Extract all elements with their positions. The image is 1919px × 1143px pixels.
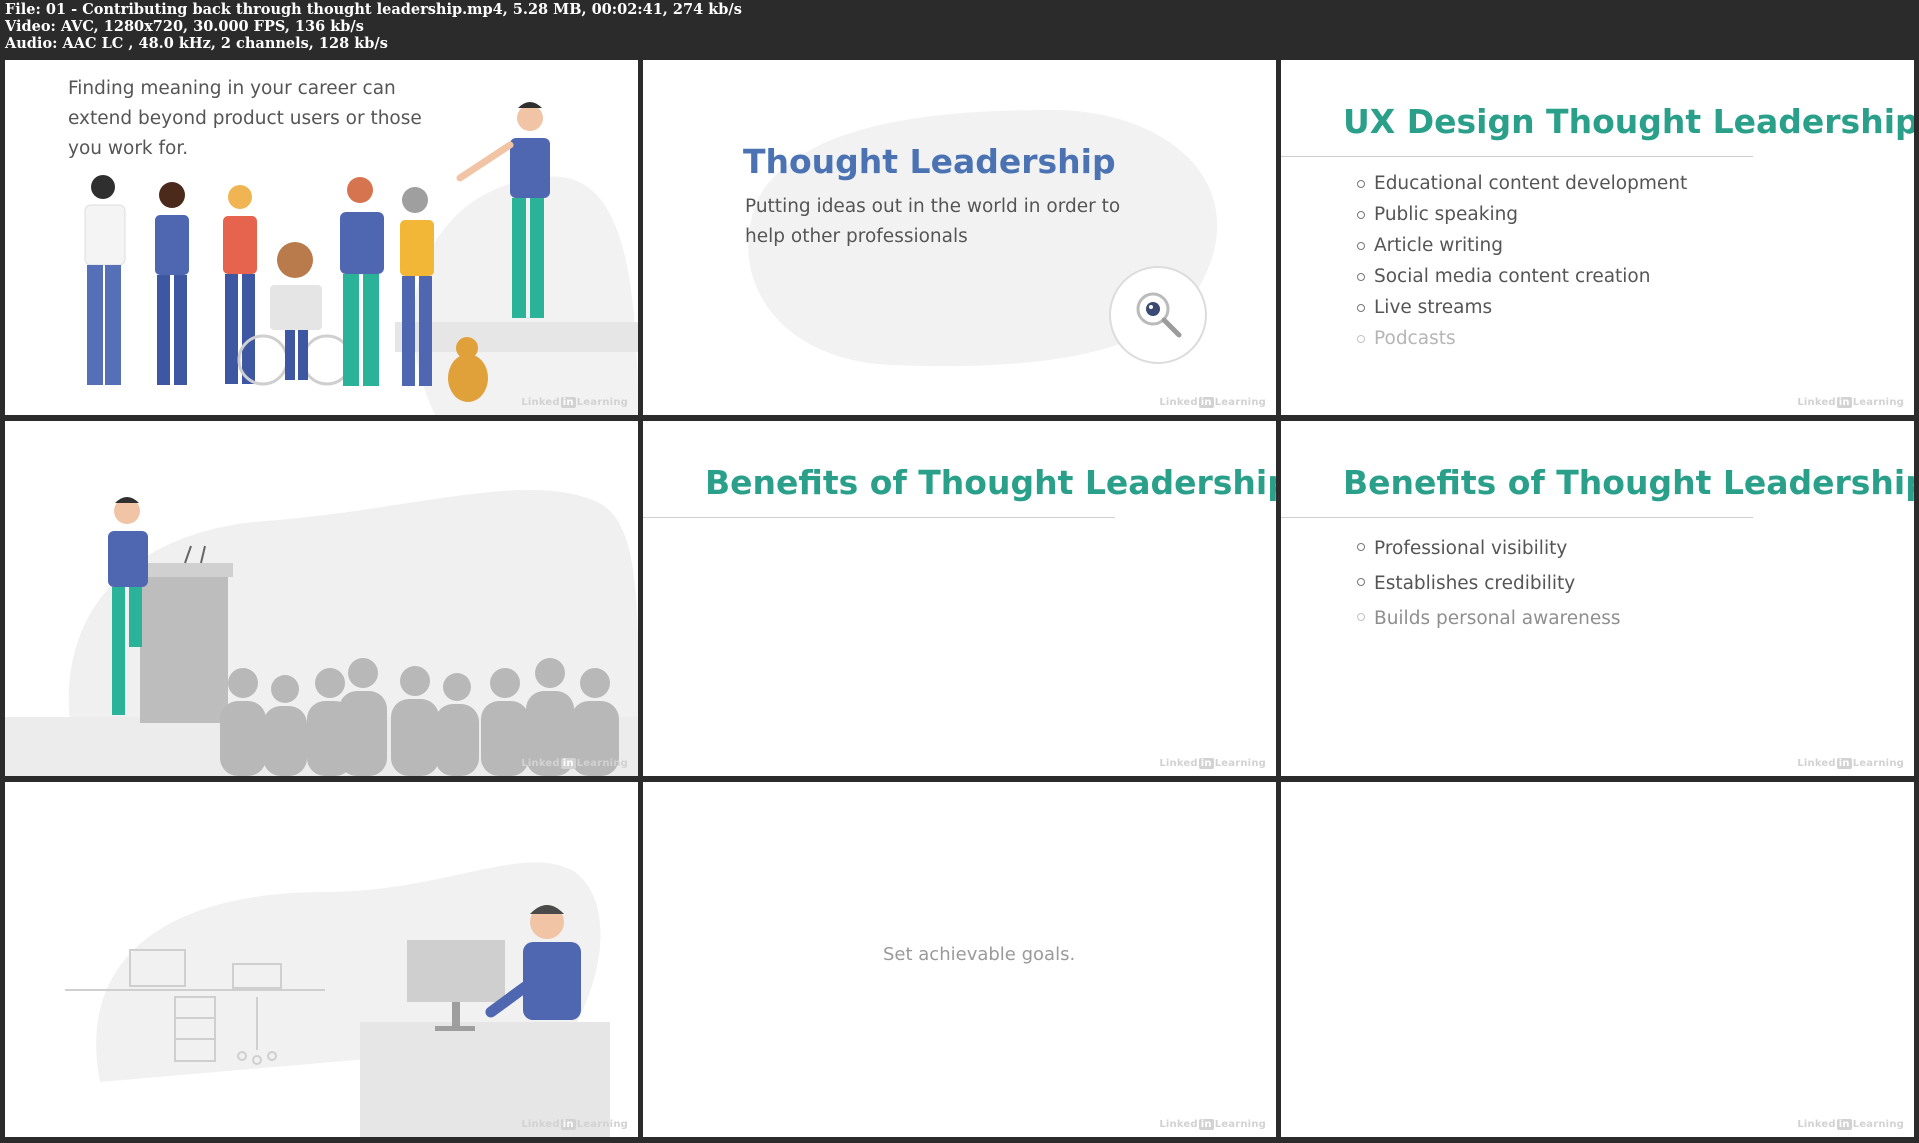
bullet-item: Podcasts xyxy=(1357,323,1687,354)
linkedin-learning-watermark: Linked in Learning xyxy=(521,1119,628,1130)
linkedin-learning-watermark: Linked in Learning xyxy=(1159,758,1266,769)
thumbnail-1[interactable]: Finding meaning in your career can exten… xyxy=(5,60,638,415)
linkedin-learning-watermark: Linked in Learning xyxy=(1797,1119,1904,1130)
intro-text: Finding meaning in your career can exten… xyxy=(68,78,422,159)
thumbnail-5[interactable]: Benefits of Thought Leadership Linked in L… xyxy=(643,421,1276,776)
linkedin-learning-watermark: Linked in Learning xyxy=(521,397,628,408)
bullet-item: Social media content creation xyxy=(1357,261,1687,292)
title-divider xyxy=(643,517,1115,518)
speaker-audience-illustration xyxy=(5,490,638,776)
bullet-item: Professional visibility xyxy=(1357,531,1621,566)
bullet-item: Article writing xyxy=(1357,230,1687,261)
slide-title: Benefits of Thought Leadership xyxy=(705,463,1276,502)
file-info-line-2: Video: AVC, 1280x720, 30.000 FPS, 136 kb… xyxy=(5,18,364,35)
slide-title: Thought Leadership xyxy=(743,142,1116,181)
title-divider xyxy=(1281,156,1753,157)
linkedin-learning-watermark: Linked in Learning xyxy=(1159,397,1266,408)
slide-title: Benefits of Thought Leadership xyxy=(1343,463,1914,502)
thumbnail-7[interactable]: Linked in Learning xyxy=(5,782,638,1137)
bullet-item: Live streams xyxy=(1357,292,1687,323)
thumbnail-4[interactable]: Linked in Learning xyxy=(5,421,638,776)
linkedin-learning-watermark: Linked in Learning xyxy=(521,758,628,769)
bullet-list: Educational content development Public s… xyxy=(1357,168,1687,354)
magnifier-eye-icon xyxy=(1129,285,1187,343)
slide-caption: Set achievable goals. xyxy=(883,944,1076,965)
thumbnail-2[interactable]: Thought Leadership Putting ideas out in … xyxy=(643,60,1276,415)
bullet-item: Builds personal awareness xyxy=(1357,601,1621,636)
linkedin-learning-watermark: Linked in Learning xyxy=(1797,397,1904,408)
slide-title: UX Design Thought Leadership xyxy=(1343,102,1914,141)
thumbnail-3[interactable]: UX Design Thought Leadership Educational… xyxy=(1281,60,1914,415)
thumbnail-9[interactable]: Linked in Learning xyxy=(1281,782,1914,1137)
bullet-item: Establishes credibility xyxy=(1357,566,1621,601)
desk-worker-illustration xyxy=(65,862,610,1137)
thumbnail-6[interactable]: Benefits of Thought Leadership Professio… xyxy=(1281,421,1914,776)
file-info-line-1: File: 01 - Contributing back through tho… xyxy=(5,1,742,18)
slide-body: Putting ideas out in the world in order … xyxy=(745,196,1121,247)
thumbnail-8[interactable]: Set achievable goals. Linked in Learning xyxy=(643,782,1276,1137)
bullet-list: Professional visibility Establishes cred… xyxy=(1357,531,1621,636)
title-divider xyxy=(1281,517,1753,518)
file-info: File: 01 - Contributing back through tho… xyxy=(5,1,742,52)
linkedin-learning-watermark: Linked in Learning xyxy=(1159,1119,1266,1130)
file-info-line-3: Audio: AAC LC , 48.0 kHz, 2 channels, 12… xyxy=(5,35,388,52)
bullet-item: Public speaking xyxy=(1357,199,1687,230)
bullet-item: Educational content development xyxy=(1357,168,1687,199)
linkedin-learning-watermark: Linked in Learning xyxy=(1797,758,1904,769)
